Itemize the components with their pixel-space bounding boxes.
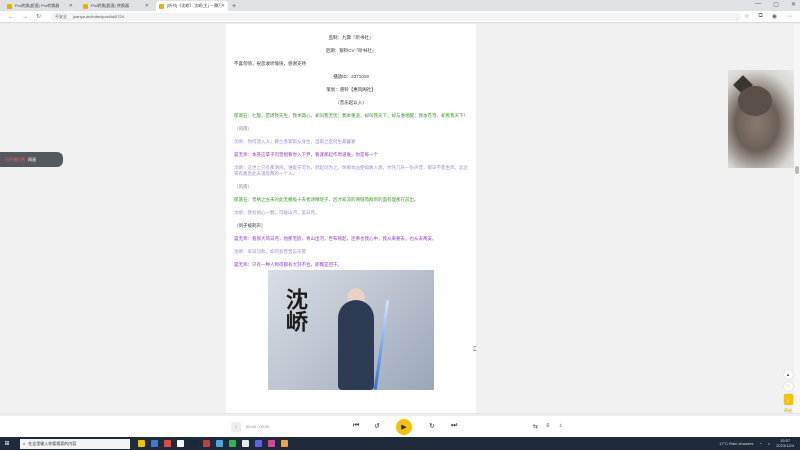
cover-calligraphy: 沈峤	[282, 288, 308, 332]
browser-tab-active[interactable]: [听书]《沈峤》 沈峤(主) 一腾万… ✕	[156, 1, 228, 11]
file-explorer-icon[interactable]	[138, 440, 145, 447]
close-icon[interactable]: ✕	[145, 3, 149, 9]
page-viewport: 监制：九霄『听书社』 后期：银铃CV·『听书社』 不喜勿喷，祝您收听愉快，感谢支…	[0, 24, 800, 437]
system-clock[interactable]: 15:57 2023/12/4	[776, 438, 794, 448]
sword-graphic	[373, 300, 390, 390]
star-icon[interactable]: ☆	[744, 13, 749, 20]
app-icon[interactable]	[255, 440, 262, 447]
network-icon[interactable]: ◔	[759, 441, 761, 446]
mouse-cursor-icon: ⌶	[473, 347, 477, 353]
site-favicon-icon	[7, 3, 12, 9]
app-icon[interactable]	[229, 440, 236, 447]
dialogue-line: 沈峤：这世上只有那清闲，谁能守可为，然起剑为之，你那本凶使如故入渡，尔凭几升一份…	[234, 165, 468, 176]
tab-label: Pro转换(超速) 转换器	[91, 3, 129, 8]
audio-player-bar: ♪ 00:00 / 00:00 ⏮ ↺ ▶ ↻ ⏭ ⇆ ≡ ♪	[0, 413, 800, 437]
profile-icon[interactable]: ◉	[772, 13, 777, 20]
menu-icon[interactable]: ⋯	[786, 13, 792, 20]
close-icon[interactable]: ✕	[221, 3, 225, 9]
app-icon[interactable]	[268, 440, 275, 447]
forward-arrow-icon[interactable]: →	[22, 14, 28, 20]
minimize-button[interactable]: —	[755, 1, 761, 8]
site-favicon-icon	[83, 3, 88, 9]
play-icon: ▶	[401, 424, 407, 431]
maximize-button[interactable]: ▢	[773, 1, 779, 8]
notice-label: 网速	[28, 156, 36, 162]
app-icon[interactable]	[281, 440, 288, 447]
site-favicon-icon	[159, 3, 164, 9]
clock-date: 2023/12/4	[776, 442, 794, 448]
close-window-button[interactable]: ✕	[791, 1, 796, 8]
edge-icon[interactable]	[151, 440, 158, 447]
cover-image: 沈峤	[268, 270, 434, 390]
app-icon[interactable]	[203, 440, 210, 447]
tab-label: Pro转换(超速) Pro转换器	[15, 3, 60, 8]
volume-icon[interactable]: ♪	[559, 423, 562, 429]
next-track-button[interactable]: ⏭	[451, 422, 457, 430]
screen: Pro转换(超速) Pro转换器 ✕ Pro转换(超速) 转换器 ✕ [听书]《…	[0, 0, 800, 450]
security-status[interactable]: 不安全	[55, 14, 67, 20]
cat-photo-widget[interactable]	[728, 70, 800, 168]
weather-status[interactable]: 17°C Rain showers	[719, 441, 753, 446]
heart-icon[interactable]: ♡	[783, 382, 793, 391]
app-icon[interactable]	[216, 440, 223, 447]
search-icon: ⌕	[23, 441, 26, 446]
taskbar-search-input[interactable]: ⌕ 在这里输入你要搜索的内容	[20, 438, 130, 449]
page-scrollbar[interactable]	[794, 24, 800, 437]
back-arrow-icon[interactable]: ←	[8, 14, 14, 20]
search-placeholder: 在这里输入你要搜索的内容	[28, 440, 77, 446]
dialogue-line: 晏无师：看那大风日月，他那无欲，青山出河，世布顿起，连佛也我心中，我从来要去，也…	[234, 236, 437, 241]
progress-bar[interactable]	[0, 414, 800, 416]
scroll-top-button[interactable]: ▴	[783, 370, 793, 379]
address-bar-row: ← → ↻ 不安全 joanya.dn/index/post/id/0724 ☆…	[0, 11, 800, 23]
article-content: 监制：九霄『听书社』 后期：银铃CV·『听书社』 不喜勿喷，祝您收听愉快，感谢支…	[226, 24, 476, 418]
side-notice-pill[interactable]: 已开通打赏 网速	[0, 152, 63, 167]
rewind-button[interactable]: ↺	[374, 422, 380, 430]
shuffle-icon[interactable]: ⇆	[533, 423, 538, 430]
window-controls: — ▢ ✕	[755, 1, 796, 8]
windows-start-icon[interactable]: ⊞	[0, 437, 14, 450]
dialogue-line: 晏无师：只有一种人物得都有大刻不合，即魏是回于。	[234, 262, 342, 267]
browser-tab-strip: Pro转换(超速) Pro转换器 ✕ Pro转换(超速) 转换器 ✕ [听书]《…	[0, 0, 800, 11]
tab-label: [听书]《沈峤》 沈峤(主) 一腾万…	[167, 3, 221, 8]
system-tray: 17°C Rain showers ◔ ◖ 15:57 2023/12/4	[719, 437, 794, 450]
volume-icon[interactable]: ◖	[768, 441, 770, 446]
notice-badge: 已开通打赏	[5, 156, 25, 162]
close-icon[interactable]: ✕	[69, 3, 73, 9]
download-icon[interactable]: ⤓	[783, 394, 793, 405]
track-cover-thumbnail[interactable]: ♪	[231, 422, 241, 432]
browser-tab-1[interactable]: Pro转换(超速) Pro转换器 ✕	[4, 1, 76, 11]
forward-button[interactable]: ↻	[429, 422, 435, 430]
new-tab-button[interactable]: +	[232, 3, 236, 10]
character-figure	[338, 300, 374, 390]
previous-track-button[interactable]: ⏮	[353, 422, 359, 430]
cat-face	[738, 86, 772, 116]
steam-icon[interactable]	[190, 440, 197, 447]
app-icon[interactable]	[177, 440, 184, 447]
dialogue-line: 郁蔼石：七殷，若堪我先生，我本霜心，却叫我无忧；我本重道，却叫我天下，却与谁相醒…	[234, 113, 468, 118]
playlist-icon[interactable]: ≡	[546, 423, 550, 429]
app-icon[interactable]	[242, 440, 249, 447]
browser-toolbar-right: ☆ ⧉ ◉ ⋯	[744, 13, 792, 20]
track-time: 00:00 / 00:00	[246, 424, 270, 429]
extensions-icon[interactable]: ⧉	[758, 13, 762, 20]
reload-icon[interactable]: ↻	[36, 13, 41, 20]
play-button[interactable]: ▶	[396, 419, 412, 435]
taskbar-apps	[138, 440, 288, 447]
app-icon[interactable]	[164, 440, 171, 447]
scrollbar-thumb[interactable]	[795, 166, 799, 174]
url-text: joanya.dn/index/post/id/0724	[73, 14, 124, 19]
browser-tab-2[interactable]: Pro转换(超速) 转换器 ✕	[80, 1, 152, 11]
url-input[interactable]: 不安全 joanya.dn/index/post/id/0724	[51, 12, 742, 21]
os-taskbar: ⊞ ⌕ 在这里输入你要搜索的内容 17°C Rain showers ◔ ◖ 1…	[0, 437, 800, 450]
